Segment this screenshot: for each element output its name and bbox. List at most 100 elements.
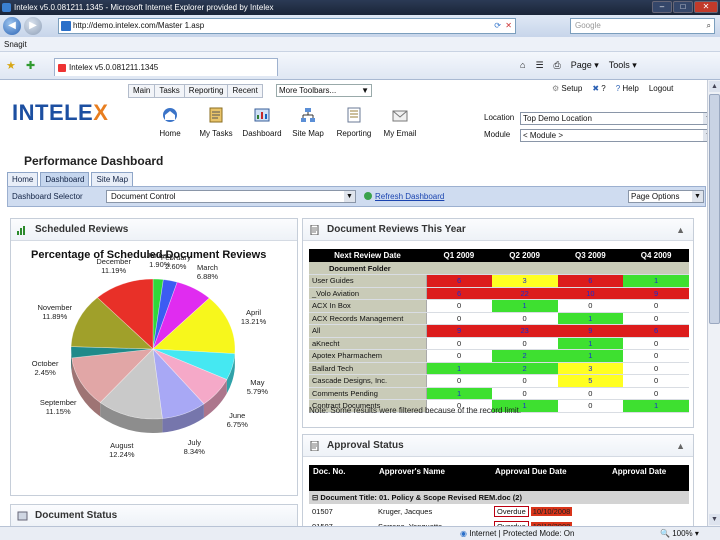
review-count-cell[interactable]: 9 (623, 287, 689, 300)
home-button[interactable]: Home (147, 106, 193, 138)
feeds-icon[interactable]: ☰ (535, 60, 543, 71)
table-row[interactable]: 01507 Kruger, Jacques Overdue 10/10/2008 (309, 504, 689, 519)
doc-number[interactable]: 01507 (309, 504, 375, 519)
review-count-cell[interactable]: 1 (557, 337, 624, 350)
tab-site-map[interactable]: Site Map (91, 172, 134, 186)
folder-name[interactable]: Ballard Tech (309, 362, 427, 375)
column-header[interactable]: Q2 2009 (491, 249, 558, 262)
site-map-button[interactable]: Site Map (285, 106, 331, 138)
help-link[interactable]: ? Help (616, 84, 639, 93)
review-count-cell[interactable]: 0 (491, 387, 558, 400)
table-row[interactable]: 01507Serrano, YonquetteOverdue10/10/2008 (309, 519, 689, 526)
review-count-cell[interactable]: 0 (426, 299, 492, 313)
back-icon[interactable]: ◀ (3, 17, 21, 35)
maximize-button[interactable]: □ (673, 1, 693, 13)
my-email-button[interactable]: My Email (377, 106, 423, 138)
favorites-star-icon[interactable]: ★ (6, 59, 16, 72)
column-header[interactable]: Q3 2009 (557, 249, 624, 262)
folder-name[interactable]: ACX In Box (309, 299, 427, 313)
location-select[interactable]: Top Demo Location▼ (520, 112, 707, 125)
print-icon[interactable]: ⎙ (554, 60, 561, 71)
tab-home[interactable]: Home (7, 172, 39, 186)
stop-icon[interactable]: ✕ (505, 19, 512, 33)
search-input[interactable]: Google ⌕ (570, 18, 715, 34)
review-count-cell[interactable]: 22 (491, 287, 558, 300)
review-count-cell[interactable]: 0 (623, 337, 689, 350)
collapse-group-icon[interactable]: ⊟ (312, 493, 318, 502)
review-count-cell[interactable]: 0 (426, 349, 492, 363)
review-count-cell[interactable]: 0 (426, 374, 492, 388)
folder-name[interactable]: Comments Pending (309, 387, 427, 400)
review-count-cell[interactable]: 1 (623, 274, 689, 288)
review-count-cell[interactable]: 0 (623, 387, 689, 400)
review-count-cell[interactable]: 6 (426, 287, 492, 300)
review-count-cell[interactable]: 1 (623, 399, 689, 413)
review-count-cell[interactable]: 0 (557, 399, 624, 413)
nav-recent[interactable]: Recent (228, 85, 261, 97)
collapse-icon[interactable]: ▲ (676, 219, 685, 241)
review-count-cell[interactable]: 10 (557, 287, 624, 300)
add-favorite-icon[interactable]: ✚ (26, 59, 35, 72)
snagit-link[interactable]: Snagit (4, 40, 27, 49)
review-count-cell[interactable]: 0 (557, 387, 624, 400)
review-count-cell[interactable]: 23 (491, 324, 558, 338)
review-count-cell[interactable]: 3 (491, 274, 558, 288)
page-options-select[interactable]: Page Options ▼ (628, 190, 704, 203)
setup-link[interactable]: ⚙ Setup (552, 84, 582, 93)
dashboard-button[interactable]: Dashboard (239, 106, 285, 138)
folder-name[interactable]: Cascade Designs, Inc. (309, 374, 427, 388)
zoom-level[interactable]: 🔍 100% ▾ (660, 527, 699, 540)
column-header[interactable]: Approver's Name (375, 465, 491, 491)
tab-dashboard[interactable]: Dashboard (40, 172, 90, 186)
page-menu[interactable]: Page ▾ (571, 60, 599, 71)
nav-reporting[interactable]: Reporting (185, 85, 229, 97)
review-count-cell[interactable]: 9 (557, 324, 624, 338)
review-count-cell[interactable]: 0 (623, 349, 689, 363)
folder-name[interactable]: aKnecht (309, 337, 427, 350)
review-count-cell[interactable]: 1 (426, 387, 492, 400)
review-count-cell[interactable]: 2 (491, 362, 558, 375)
review-count-cell[interactable]: 6 (623, 324, 689, 338)
column-header[interactable]: Q4 2009 (623, 249, 689, 262)
review-count-cell[interactable]: 3 (557, 362, 624, 375)
folder-name[interactable]: ACX Records Management (309, 312, 427, 325)
column-header[interactable]: Approval Date (608, 465, 689, 491)
refresh-icon[interactable]: ⟳ (494, 19, 501, 33)
close-button[interactable]: ✕ (694, 1, 718, 13)
review-count-cell[interactable]: 6 (426, 274, 492, 288)
review-count-cell[interactable]: 6 (557, 274, 624, 288)
nav-main[interactable]: Main (129, 85, 156, 97)
review-count-cell[interactable]: 0 (623, 362, 689, 375)
vertical-scrollbar[interactable]: ▲ ▼ (707, 80, 720, 526)
review-count-cell[interactable]: 1 (557, 312, 624, 325)
review-count-cell[interactable]: 0 (557, 299, 624, 313)
refresh-dashboard-link[interactable]: Refresh Dashboard (364, 192, 444, 201)
tools-menu[interactable]: Tools ▾ (609, 60, 637, 71)
module-select[interactable]: < Module >▼ (520, 129, 707, 142)
column-header[interactable]: Approval Due Date (491, 465, 608, 491)
home-tool-icon[interactable]: ⌂ (520, 60, 525, 71)
review-count-cell[interactable]: 0 (426, 337, 492, 350)
column-header[interactable]: Next Review Date (309, 249, 426, 262)
review-count-cell[interactable]: 0 (491, 374, 558, 388)
minimize-button[interactable]: – (652, 1, 672, 13)
review-count-cell[interactable]: 0 (491, 337, 558, 350)
folder-name[interactable]: Apotex Pharmachem (309, 349, 427, 363)
folder-name[interactable]: _Volo Aviation (309, 287, 427, 300)
nav-tasks[interactable]: Tasks (155, 85, 185, 97)
folder-name[interactable]: User Guides (309, 274, 427, 288)
search-icon[interactable]: ⌕ (707, 19, 711, 33)
folder-name[interactable]: All (309, 324, 427, 338)
scroll-up-icon[interactable]: ▲ (709, 81, 720, 92)
column-header[interactable]: Q1 2009 (426, 249, 492, 262)
review-count-cell[interactable]: 1 (491, 299, 558, 313)
review-count-cell[interactable]: 5 (557, 374, 624, 388)
url-field[interactable]: http://demo.intelex.com/Master 1.asp ⟳ ✕ (58, 18, 516, 34)
group-row[interactable]: ⊟ Document Title: 01. Policy & Scope Rev… (309, 491, 689, 504)
review-count-cell[interactable]: 0 (426, 312, 492, 325)
scroll-thumb[interactable] (709, 94, 720, 324)
logout-link[interactable]: Logout (649, 84, 673, 93)
review-count-cell[interactable]: 9 (426, 324, 492, 338)
review-count-cell[interactable]: 1 (426, 362, 492, 375)
reporting-button[interactable]: Reporting (331, 106, 377, 138)
